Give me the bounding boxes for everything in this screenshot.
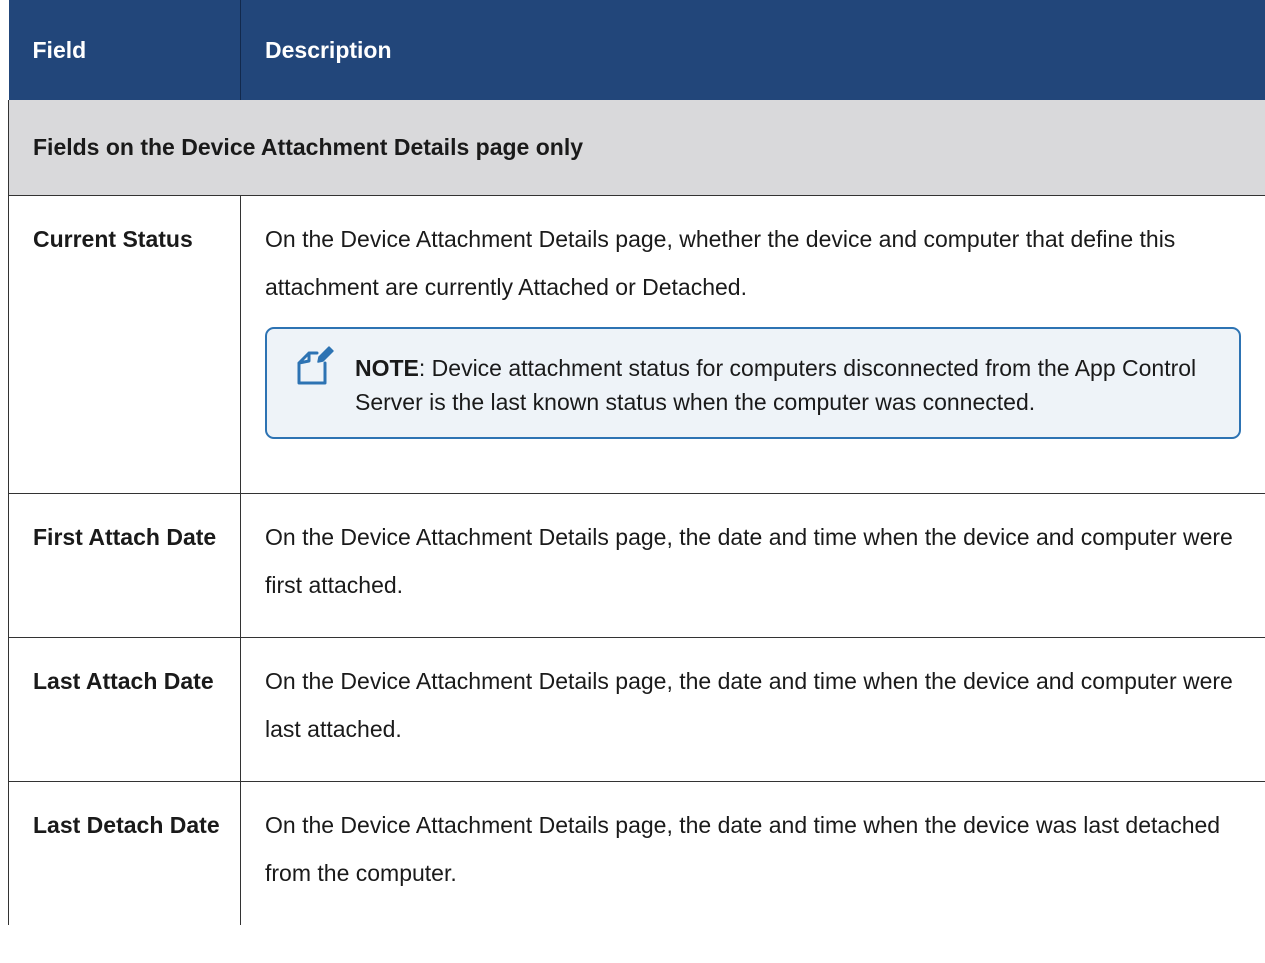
field-name: Last Attach Date (8, 637, 241, 782)
field-description-cell: On the Device Attachment Details page, w… (240, 195, 1265, 494)
note-body: : Device attachment status for computers… (355, 355, 1197, 415)
header-description: Description (240, 0, 1265, 100)
note-text: NOTE: Device attachment status for compu… (355, 351, 1219, 419)
table-header-row: Field Description (8, 0, 1265, 100)
section-title: Fields on the Device Attachment Details … (8, 100, 1265, 196)
section-row: Fields on the Device Attachment Details … (8, 100, 1265, 196)
note-label: NOTE (355, 355, 419, 381)
field-name: First Attach Date (8, 493, 241, 638)
field-description: On the Device Attachment Details page, t… (240, 781, 1265, 925)
table-row: Last Attach Date On the Device Attachmen… (8, 637, 1265, 782)
fields-table: Field Description Fields on the Device A… (8, 0, 1265, 925)
field-description: On the Device Attachment Details page, w… (265, 226, 1176, 300)
field-description: On the Device Attachment Details page, t… (240, 637, 1265, 782)
table-row: Last Detach Date On the Device Attachmen… (8, 781, 1265, 925)
table-row: First Attach Date On the Device Attachme… (8, 493, 1265, 638)
note-icon (291, 343, 355, 403)
field-name: Current Status (8, 195, 241, 494)
field-name: Last Detach Date (8, 781, 241, 925)
note-callout: NOTE: Device attachment status for compu… (265, 327, 1241, 439)
table-row: Current Status On the Device Attachment … (8, 195, 1265, 494)
header-field: Field (8, 0, 241, 100)
field-description: On the Device Attachment Details page, t… (240, 493, 1265, 638)
